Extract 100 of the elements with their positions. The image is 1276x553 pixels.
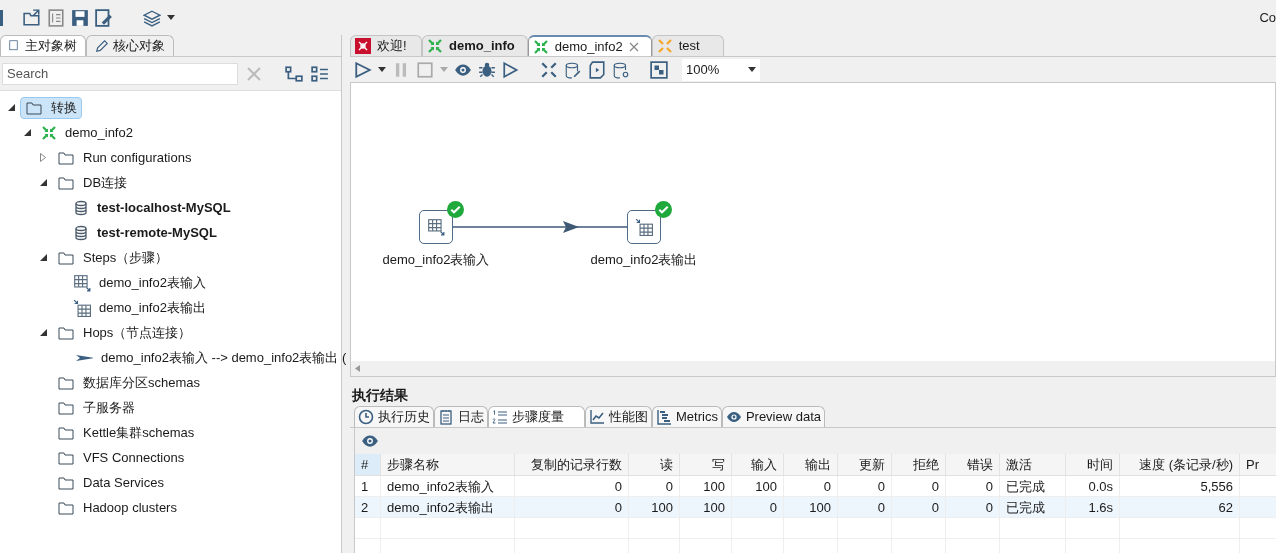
table-cell: 1.6s — [1066, 497, 1120, 517]
step-node[interactable] — [627, 210, 661, 244]
folder-icon — [57, 399, 75, 416]
folder-icon — [57, 149, 75, 166]
column-header[interactable]: 错误 — [946, 454, 1000, 475]
dropdown-caret-icon[interactable] — [167, 15, 175, 20]
result-tab[interactable]: Preview data — [721, 406, 826, 427]
replay-icon[interactable] — [502, 60, 520, 79]
table-cell: 0.0s — [1066, 476, 1120, 496]
layers-icon[interactable] — [143, 8, 161, 27]
tree-item[interactable]: Data Services — [52, 471, 169, 494]
save-as-icon[interactable] — [95, 8, 113, 27]
column-header[interactable]: 复制的记录行数 — [515, 454, 629, 475]
editor-tab[interactable]: demo_info — [422, 35, 528, 56]
folder-icon — [57, 424, 75, 441]
table-cell: 62 — [1120, 497, 1240, 517]
grid-view-icon[interactable] — [650, 60, 668, 79]
converging-icon[interactable] — [540, 60, 558, 79]
list-icon[interactable] — [311, 64, 329, 83]
table-output-icon — [73, 298, 91, 317]
database-search-icon[interactable] — [612, 60, 630, 79]
section-title: 执行结果 — [351, 386, 409, 405]
open-folder-icon[interactable] — [23, 8, 41, 27]
tree-item[interactable]: Run configurations — [52, 146, 197, 169]
numbered-list-icon — [492, 409, 508, 425]
folder-icon — [57, 449, 75, 466]
expanded-arrow-icon[interactable] — [39, 329, 47, 336]
table-input-icon — [73, 273, 91, 292]
result-tab[interactable]: 性能图 — [585, 406, 652, 427]
tree-item[interactable]: DB连接 — [52, 171, 133, 194]
clock-icon — [358, 409, 374, 425]
expanded-arrow-icon[interactable] — [39, 179, 47, 186]
tree-item[interactable]: test-remote-MySQL — [68, 221, 222, 244]
hop-arrow[interactable] — [453, 221, 627, 233]
expanded-arrow-icon[interactable] — [39, 254, 47, 261]
column-header[interactable]: 步骤名称 — [381, 454, 515, 475]
table-cell: 0 — [732, 497, 784, 517]
table-cell: 已完成 — [1000, 476, 1066, 496]
tree-item[interactable]: VFS Connections — [52, 446, 190, 469]
tree-item[interactable]: Hadoop clusters — [52, 496, 182, 519]
tree-item[interactable]: Hops（节点连接） — [52, 321, 197, 344]
tree-item[interactable]: demo_info2表输入 --> demo_info2表输出 ( — [68, 346, 352, 369]
sql-icon[interactable] — [564, 60, 582, 79]
document-icon[interactable] — [47, 8, 65, 27]
toolbar-icon[interactable] — [0, 9, 3, 26]
hierarchy-icon[interactable] — [285, 64, 303, 83]
tree-item[interactable]: 子服务器 — [52, 396, 140, 419]
table-cell: 0 — [629, 476, 680, 496]
step-node[interactable] — [419, 210, 453, 244]
column-header[interactable]: Pr — [1240, 454, 1276, 475]
folder-icon — [25, 99, 43, 116]
folder-icon — [57, 249, 75, 266]
result-tab[interactable]: 日志 — [434, 406, 488, 427]
tree-item[interactable]: 转换 — [20, 96, 82, 119]
column-header[interactable]: 写 — [680, 454, 732, 475]
column-header[interactable]: # — [355, 454, 381, 475]
tree-item[interactable]: 数据库分区schemas — [52, 371, 206, 394]
column-header[interactable]: 时间 — [1066, 454, 1120, 475]
editor-tab[interactable]: demo_info2 — [527, 35, 652, 56]
script-icon[interactable] — [588, 60, 606, 79]
result-tab[interactable]: 步骤度量 — [488, 406, 585, 427]
tree-item[interactable]: demo_info2表输入 — [68, 271, 211, 294]
expanded-arrow-icon[interactable] — [7, 104, 15, 111]
gantt-icon — [656, 409, 672, 425]
column-header[interactable]: 输出 — [784, 454, 838, 475]
result-tab[interactable]: 执行历史 — [354, 406, 434, 427]
tree-item[interactable]: Steps（步骤） — [52, 246, 174, 269]
folder-icon — [57, 474, 75, 491]
column-header[interactable]: 拒绝 — [892, 454, 946, 475]
collapsed-arrow-icon[interactable] — [40, 153, 46, 162]
tree-item[interactable]: demo_info2表输出 — [68, 296, 211, 319]
editor-tab[interactable]: test — [651, 35, 724, 56]
run-icon[interactable] — [354, 60, 372, 79]
column-header[interactable]: 读 — [629, 454, 680, 475]
tree-item[interactable]: Kettle集群schemas — [52, 421, 200, 444]
column-header[interactable]: 速度 (条记录/秒) — [1120, 454, 1240, 475]
table-cell: 0 — [515, 476, 629, 496]
eye-icon[interactable] — [361, 432, 379, 450]
bug-icon[interactable] — [478, 60, 496, 79]
table-cell: 100 — [629, 497, 680, 517]
table-cell: 1 — [355, 476, 381, 496]
dropdown-caret-icon[interactable] — [378, 67, 386, 72]
result-tab[interactable]: Metrics — [652, 406, 722, 427]
table-output-icon — [635, 218, 653, 236]
horizontal-scrollbar[interactable] — [351, 361, 1275, 376]
panel-tab[interactable]: 核心对象 — [86, 35, 174, 56]
save-icon[interactable] — [71, 8, 89, 27]
tree-item[interactable]: test-localhost-MySQL — [68, 196, 236, 219]
editor-tab[interactable]: 欢迎! — [350, 35, 422, 56]
zoom-dropdown[interactable]: 100% — [682, 58, 760, 81]
tree-item[interactable]: demo_info2 — [36, 121, 138, 144]
panel-tab[interactable]: 主对象树 — [0, 35, 86, 56]
table-cell: 0 — [838, 497, 892, 517]
search-field[interactable]: Search — [2, 62, 238, 85]
close-icon[interactable] — [628, 41, 639, 52]
expanded-arrow-icon[interactable] — [23, 129, 31, 136]
column-header[interactable]: 输入 — [732, 454, 784, 475]
column-header[interactable]: 激活 — [1000, 454, 1066, 475]
table-cell: 100 — [732, 476, 784, 496]
column-header[interactable]: 更新 — [838, 454, 892, 475]
